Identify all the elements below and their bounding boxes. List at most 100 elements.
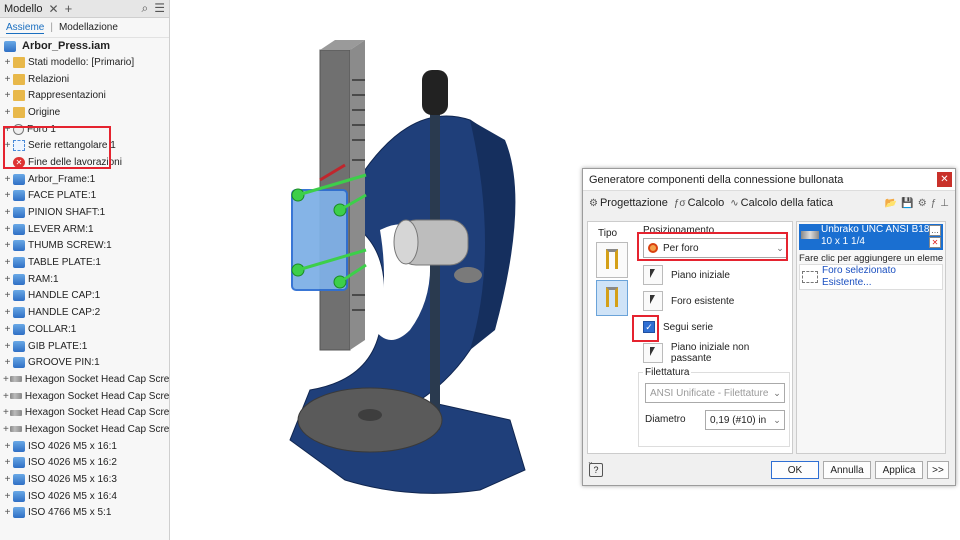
- search-icon[interactable]: ⌕: [142, 1, 149, 16]
- formula-toggle-icon[interactable]: ƒ: [931, 198, 937, 209]
- ok-button[interactable]: OK: [771, 461, 819, 479]
- tree-item[interactable]: + GROOVE PIN:1: [0, 354, 169, 371]
- tree-item[interactable]: + RAM:1: [0, 271, 169, 288]
- expand-icon[interactable]: +: [3, 491, 12, 502]
- more-button[interactable]: >>: [927, 461, 949, 479]
- cancel-button[interactable]: Annulla: [823, 461, 871, 479]
- apply-button[interactable]: Applica: [875, 461, 923, 479]
- tab-calcolo-fatica[interactable]: ∿ Calcolo della fatica: [730, 197, 833, 209]
- tree-item-label: ISO 4766 M5 x 5:1: [28, 507, 112, 519]
- tree-root[interactable]: Arbor_Press.iam: [0, 38, 169, 54]
- expand-icon[interactable]: +: [3, 474, 12, 485]
- expand-icon[interactable]: +: [3, 174, 12, 185]
- tree-item[interactable]: + LEVER ARM:1: [0, 221, 169, 238]
- expand-icon[interactable]: +: [3, 74, 12, 85]
- blind-start-plane-option[interactable]: Piano iniziale non passante: [643, 342, 792, 364]
- tree-item[interactable]: + Hexagon Socket Head Cap Screw - In: [0, 371, 169, 388]
- tab-progettazione[interactable]: ⚙ Progettazione: [589, 197, 668, 209]
- expand-icon[interactable]: +: [3, 391, 9, 402]
- thread-dropdown[interactable]: ANSI Unificate - Filettature ⌄: [645, 383, 785, 403]
- tree-item[interactable]: + Stati modello: [Primario]: [0, 54, 169, 71]
- expand-icon[interactable]: +: [3, 257, 12, 268]
- tree-item[interactable]: + Arbor_Frame:1: [0, 171, 169, 188]
- expand-icon[interactable]: +: [3, 224, 12, 235]
- select-cursor-icon: [650, 295, 655, 304]
- subtab-assieme[interactable]: Assieme: [6, 22, 45, 34]
- expand-icon[interactable]: +: [3, 424, 9, 435]
- highlight-box: [637, 232, 788, 261]
- select-cursor-icon: [650, 269, 655, 278]
- tree-item[interactable]: + Hexagon Socket Head Cap Screw - In: [0, 388, 169, 405]
- expand-icon[interactable]: +: [3, 341, 12, 352]
- rack-side: [350, 40, 365, 350]
- through-bolt-type-button[interactable]: [596, 242, 628, 278]
- save-icon[interactable]: 💾: [901, 198, 913, 209]
- select-cursor-icon: [650, 347, 655, 356]
- tree-item-label: Hexagon Socket Head Cap Screw - In: [24, 407, 170, 419]
- expand-icon[interactable]: +: [3, 374, 9, 385]
- part-icon: [13, 490, 25, 502]
- tree-item[interactable]: + ISO 4766 M5 x 5:1: [0, 505, 169, 522]
- tree-item[interactable]: + GIB PLATE:1: [0, 338, 169, 355]
- tree-item[interactable]: + HANDLE CAP:2: [0, 304, 169, 321]
- tree-item[interactable]: + Hexagon Socket Head Cap Screw - In: [0, 404, 169, 421]
- delete-icon[interactable]: ✕: [929, 237, 941, 248]
- close-icon[interactable]: ✕: [49, 2, 59, 16]
- tree-item-label: LEVER ARM:1: [28, 223, 94, 235]
- part-icon: [13, 190, 25, 202]
- expand-icon[interactable]: +: [3, 307, 12, 318]
- tree-item[interactable]: + Origine: [0, 104, 169, 121]
- more-options-icon[interactable]: …: [929, 225, 941, 236]
- expand-icon[interactable]: +: [3, 441, 12, 452]
- expand-icon[interactable]: +: [3, 407, 9, 418]
- tree-item[interactable]: + ISO 4026 M5 x 16:2: [0, 455, 169, 472]
- expand-icon[interactable]: +: [3, 190, 12, 201]
- tree-item[interactable]: + COLLAR:1: [0, 321, 169, 338]
- tab-modello[interactable]: Modello: [4, 3, 43, 15]
- expand-icon[interactable]: +: [3, 57, 12, 68]
- part-icon: [13, 357, 25, 369]
- existing-hole-option[interactable]: Foro esistente: [643, 290, 734, 312]
- selected-component-item[interactable]: Unbrako UNC ANSI B18.... 10 x 1 1/4 … ✕: [799, 224, 943, 250]
- add-tab-icon[interactable]: +: [65, 1, 73, 16]
- tree-item[interactable]: + Rappresentazioni: [0, 87, 169, 104]
- expand-icon[interactable]: +: [3, 357, 12, 368]
- tree-item[interactable]: + ISO 4026 M5 x 16:1: [0, 438, 169, 455]
- expand-icon[interactable]: +: [3, 290, 12, 301]
- tree-item[interactable]: + HANDLE CAP:1: [0, 288, 169, 305]
- part-icon: [13, 507, 25, 519]
- open-icon[interactable]: 📂: [885, 198, 897, 209]
- part-icon: [13, 240, 25, 252]
- tree-item-label: Hexagon Socket Head Cap Screw - In: [24, 423, 170, 435]
- tab-calcolo[interactable]: ƒσ Calcolo: [674, 197, 724, 209]
- tree-item[interactable]: + PINION SHAFT:1: [0, 204, 169, 221]
- expand-icon[interactable]: +: [3, 90, 12, 101]
- expand-icon[interactable]: +: [3, 324, 12, 335]
- close-icon[interactable]: ✕: [937, 172, 952, 187]
- tree-item[interactable]: + TABLE PLATE:1: [0, 254, 169, 271]
- tree-item[interactable]: + FACE PLATE:1: [0, 188, 169, 205]
- tree-item[interactable]: + ISO 4026 M5 x 16:3: [0, 471, 169, 488]
- expand-icon[interactable]: +: [3, 274, 12, 285]
- tree-item[interactable]: + ISO 4026 M5 x 16:4: [0, 488, 169, 505]
- add-element-hint[interactable]: Fare clic per aggiungere un element...: [799, 253, 943, 264]
- tree-item[interactable]: + THUMB SCREW:1: [0, 238, 169, 255]
- start-plane-option[interactable]: Piano iniziale: [643, 264, 730, 286]
- subtab-modellazione[interactable]: Modellazione: [59, 22, 118, 33]
- tree-icon[interactable]: ⊥: [940, 198, 949, 209]
- expand-icon[interactable]: +: [3, 457, 12, 468]
- tree-item[interactable]: + Hexagon Socket Head Cap Screw - In: [0, 421, 169, 438]
- hole-item[interactable]: Foro selezionato Esistente...: [799, 264, 943, 290]
- expand-icon[interactable]: +: [3, 107, 12, 118]
- expand-icon[interactable]: +: [3, 207, 12, 218]
- tree-item[interactable]: + Relazioni: [0, 71, 169, 88]
- settings-icon[interactable]: ⚙: [918, 198, 927, 209]
- help-icon[interactable]: ?: [589, 463, 603, 477]
- expand-icon[interactable]: +: [3, 240, 12, 251]
- diameter-dropdown[interactable]: 0,19 (#10) in ⌄: [705, 410, 785, 430]
- expand-icon[interactable]: +: [3, 507, 12, 518]
- assembly-icon: [4, 40, 16, 52]
- blind-bolt-type-button[interactable]: [596, 280, 628, 316]
- menu-icon[interactable]: ☰: [154, 1, 165, 16]
- part-icon: [13, 457, 25, 469]
